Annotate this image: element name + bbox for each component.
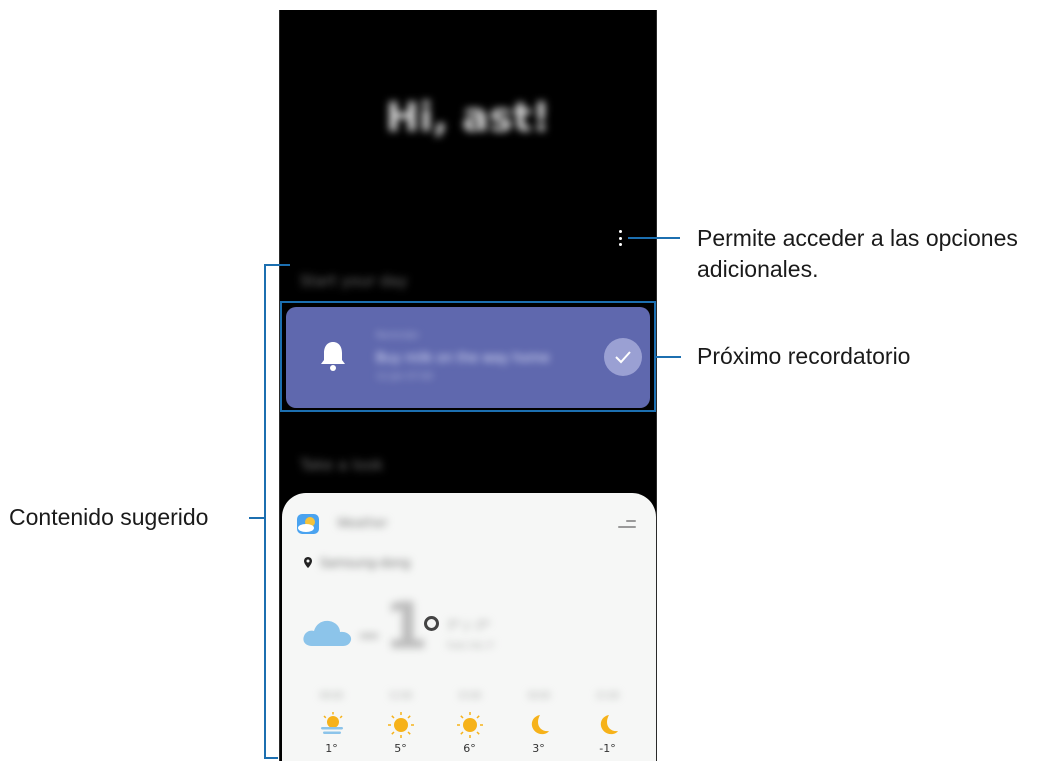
forecast-temp: 5°	[394, 742, 407, 755]
more-options-icon[interactable]	[612, 226, 628, 250]
moon-icon	[600, 715, 618, 735]
callout-more-options-line2: adicionales.	[697, 256, 819, 282]
feels-like-text: Feels like 3°	[447, 641, 496, 650]
callout-more-options-line1: Permite acceder a las opciones	[697, 225, 1018, 251]
hourly-forecast: 09:00 1° 12:00 5° 15:00 6° 18:00 3° 21:0…	[297, 691, 642, 755]
moon-icon	[531, 715, 549, 735]
card-menu-icon[interactable]	[618, 520, 636, 528]
section-take-a-look: Take a look	[300, 456, 384, 474]
cloud-icon	[303, 620, 352, 646]
sun-icon	[456, 712, 483, 738]
forecast-time: 18:00	[526, 691, 551, 700]
callout-next-reminder: Próximo recordatorio	[697, 343, 911, 369]
forecast-item: 18:00 3°	[504, 691, 573, 755]
forecast-item: 09:00 1°	[297, 691, 366, 755]
suggested-content-bracket	[264, 264, 266, 759]
forecast-time: 21:00	[595, 691, 620, 700]
location-pin-icon	[304, 557, 312, 568]
temp-sign	[360, 634, 378, 638]
section-start-your-day: Start your day	[300, 272, 408, 290]
callout-line-suggested	[249, 517, 265, 519]
callout-suggested-content: Contenido sugerido	[9, 504, 209, 530]
forecast-time: 09:00	[319, 691, 344, 700]
bracket-bottom-tick	[264, 757, 278, 759]
weather-app-name: Weather	[337, 516, 388, 530]
reminder-highlight-box	[280, 301, 656, 412]
forecast-time: 12:00	[388, 691, 413, 700]
greeting-text: Hi, ast!	[385, 95, 551, 141]
high-low-temperature: 7° / -7°	[447, 619, 491, 633]
forecast-item: 15:00 6°	[435, 691, 504, 755]
bracket-top-tick	[264, 264, 290, 266]
forecast-item: 12:00 5°	[366, 691, 435, 755]
weather-location: Samsung-dong	[320, 556, 411, 570]
current-temperature: 1	[384, 590, 429, 664]
degree-symbol	[424, 616, 439, 631]
weather-app-icon	[297, 514, 319, 534]
forecast-temp: 3°	[532, 742, 545, 755]
sun-icon	[387, 712, 414, 738]
callout-more-options: Permite acceder a las opciones adicional…	[697, 223, 1053, 285]
forecast-item: 21:00 -1°	[573, 691, 642, 755]
forecast-time: 15:00	[457, 691, 482, 700]
weather-card[interactable]: Weather Samsung-dong 1 7° / -7° Feels li…	[282, 493, 656, 761]
forecast-temp: -1°	[599, 742, 616, 755]
forecast-temp: 1°	[325, 742, 338, 755]
callout-line-more-options	[628, 237, 680, 239]
forecast-temp: 6°	[463, 742, 476, 755]
partly-cloudy-icon	[320, 712, 343, 734]
callout-line-reminder	[656, 356, 681, 358]
